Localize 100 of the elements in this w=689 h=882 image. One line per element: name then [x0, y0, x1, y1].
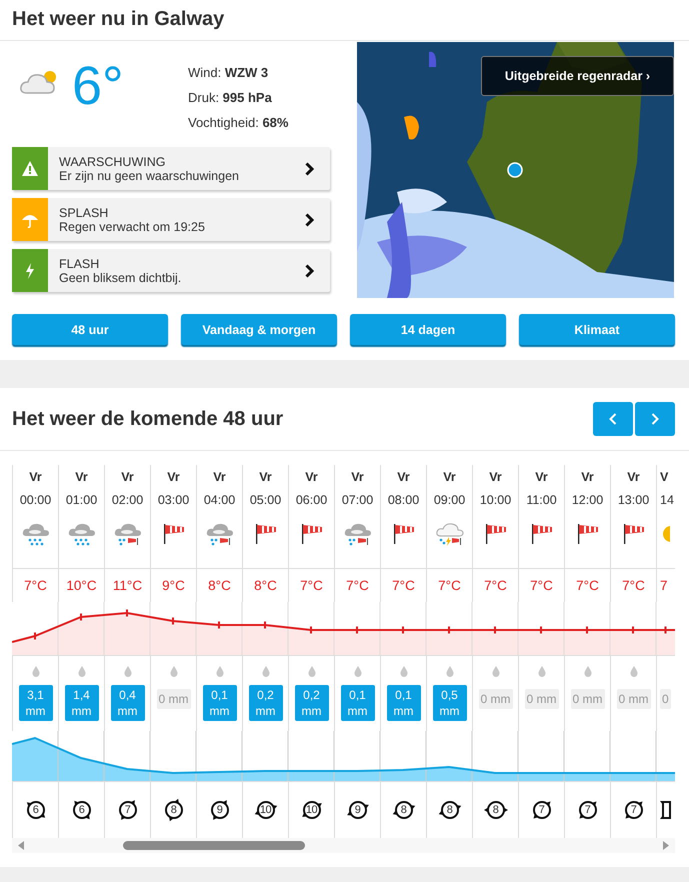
drop-icon [446, 666, 454, 677]
next-button[interactable] [635, 402, 675, 436]
temperature: 8°C [208, 578, 231, 593]
day-label: V [660, 470, 668, 484]
rain-amount: 0 [660, 689, 671, 709]
alert-item[interactable]: FLASH Geen bliksem dichtbij. [12, 249, 330, 292]
day-label: Vr [259, 470, 272, 484]
wind-speed: 6 [32, 804, 40, 816]
warning-icon [22, 161, 38, 176]
rain-amount: 3,1 mm [18, 685, 52, 721]
hour-label: 00:00 [20, 493, 52, 507]
scrollbar-thumb[interactable] [123, 841, 305, 850]
alert-item[interactable]: WAARSCHUWING Er zijn nu geen waarschuwingen [12, 147, 330, 190]
rain-amount: 0,2 mm [294, 685, 328, 721]
windsock-icon [254, 522, 278, 546]
temperature: 7°C [24, 578, 47, 593]
temperature: 8°C [254, 578, 277, 593]
hour-label: 05:00 [250, 493, 282, 507]
wind-speed: 7 [584, 804, 592, 816]
scroll-left-icon[interactable] [18, 841, 24, 850]
drop-icon [400, 666, 408, 677]
day-label: Vr [75, 470, 88, 484]
temperature: 11°C [112, 578, 142, 593]
rain-amount: 0 mm [616, 689, 650, 709]
sun-icon [660, 523, 670, 545]
windsock-icon [392, 522, 416, 546]
wind-speed: 9 [216, 804, 224, 816]
wind-speed: 7 [538, 804, 546, 816]
day-label: Vr [535, 470, 548, 484]
rain-amount: 0,5 mm [432, 685, 466, 721]
windsock-icon [162, 522, 186, 546]
day-label: Vr [167, 470, 180, 484]
temperature: 7°C [576, 578, 599, 593]
temperature: 7°C [392, 578, 415, 593]
day-label: Vr [351, 470, 364, 484]
rain-amount: 0 mm [156, 689, 190, 709]
alert-title: WAARSCHUWING [59, 154, 166, 168]
drop-icon [584, 666, 592, 677]
alert-text: Regen verwacht om 19:25 [59, 220, 206, 234]
drop-icon [630, 666, 638, 677]
temperature: 7°C [438, 578, 461, 593]
hour-label: 02:00 [112, 493, 144, 507]
drop-icon [78, 666, 86, 677]
rain-cloud-windsock-icon [344, 522, 372, 546]
wind-speed: 10 [260, 804, 272, 816]
drop-icon [32, 666, 40, 677]
wind-speed: 10 [306, 804, 318, 816]
chevron-right-icon [305, 212, 314, 226]
weather-detail: Druk: 995 hPa [188, 89, 273, 107]
hour-label: 13:00 [618, 493, 650, 507]
hour-label: 08:00 [388, 493, 420, 507]
wind-speed: 8 [446, 804, 454, 816]
temperature: 7°C [346, 578, 369, 593]
alert-text: Geen bliksem dichtbij. [59, 270, 182, 284]
windsock-icon [622, 522, 646, 546]
rain-amount: 0 mm [524, 689, 558, 709]
windsock-icon [576, 522, 600, 546]
radar-link[interactable]: Uitgebreide regenradar › [481, 56, 674, 96]
rain-amount: 0,4 mm [110, 685, 144, 721]
wind-speed: 8 [170, 804, 178, 816]
wind-speed: 9 [354, 804, 362, 816]
wind-speed: 7 [630, 804, 638, 816]
chevron-left-icon [609, 413, 617, 425]
alert-item[interactable]: SPLASH Regen verwacht om 19:25 [12, 198, 330, 241]
windsock-icon [530, 522, 554, 546]
chevron-right-icon [305, 162, 314, 176]
day-label: Vr [627, 470, 640, 484]
day-label: Vr [305, 470, 318, 484]
day-label: Vr [213, 470, 226, 484]
hour-label: 03:00 [158, 493, 190, 507]
alert-title: FLASH [59, 256, 100, 270]
day-label: Vr [443, 470, 456, 484]
drop-icon [262, 666, 270, 677]
day-label: Vr [581, 470, 594, 484]
drop-icon [308, 666, 316, 677]
previous-button[interactable] [593, 402, 633, 436]
drop-icon [170, 666, 178, 677]
temperature: 7°C [530, 578, 553, 593]
section-title: Het weer nu in Galway [0, 0, 689, 41]
alert-text: Er zijn nu geen waarschuwingen [59, 168, 240, 182]
hour-label: 07:00 [342, 493, 374, 507]
lightning-icon [25, 262, 35, 278]
temperature: 10°C [66, 578, 97, 593]
weather-detail: Wind: WZW 3 [188, 64, 270, 82]
day-label: Vr [489, 470, 502, 484]
hour-label: 14 [660, 493, 674, 507]
scroll-right-icon[interactable] [663, 841, 669, 850]
drop-icon [538, 666, 546, 677]
alert-title: SPLASH [59, 206, 110, 220]
rain-cloud-icon [68, 522, 96, 546]
rain-cloud-windsock-icon [206, 522, 234, 546]
drop-icon [492, 666, 500, 677]
chevron-right-icon [305, 264, 314, 278]
weather-detail: Vochtigheid: 68% [188, 114, 288, 132]
rain-cloud-icon [22, 522, 50, 546]
hour-label: 12:00 [572, 493, 604, 507]
day-label: Vr [397, 470, 410, 484]
wind-speed: 7 [124, 804, 132, 816]
temperature: 7°C [622, 578, 645, 593]
windsock-icon [484, 522, 508, 546]
